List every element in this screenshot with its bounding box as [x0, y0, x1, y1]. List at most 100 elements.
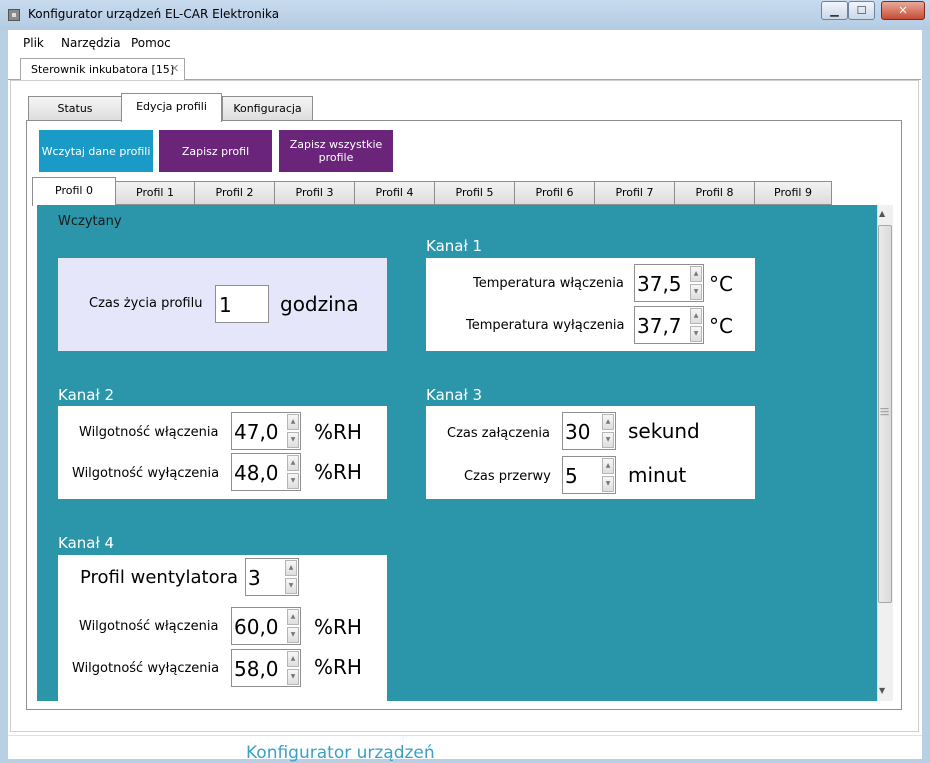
tab-profil-9[interactable]: Profil 9	[754, 181, 832, 205]
kanal4-title: Kanał 4	[58, 534, 115, 552]
profile-content-panel: Wczytany Czas życia profilu 1 godzina Ka…	[37, 205, 877, 701]
spin-down-icon[interactable]: ▼	[287, 627, 299, 643]
spin-up-icon[interactable]: ▲	[287, 414, 299, 430]
kanal1-on-value: 37,5	[637, 272, 682, 296]
scroll-down-icon[interactable]: ▼	[879, 686, 885, 695]
kanal4-fan-spinner[interactable]: 3 ▲ ▼	[245, 558, 299, 596]
spin-up-icon[interactable]: ▲	[287, 609, 299, 625]
kanal4-off-label: Wilgotność wyłączenia	[72, 661, 220, 676]
document-tab-label: Sterownik inkubatora [15]	[31, 63, 175, 76]
kanal4-off-value: 58,0	[234, 657, 279, 681]
minimize-button[interactable]: ▁	[821, 1, 848, 20]
profile-lifetime-box: Czas życia profilu 1 godzina	[58, 258, 387, 351]
kanal4-on-value: 60,0	[234, 615, 279, 639]
kanal2-on-spinner[interactable]: 47,0 ▲ ▼	[231, 412, 301, 450]
tab-profil-0[interactable]: Profil 0	[32, 177, 116, 206]
spin-up-icon[interactable]: ▲	[602, 458, 614, 474]
kanal2-off-label: Wilgotność wyłączenia	[72, 466, 220, 481]
tab-profil-2[interactable]: Profil 2	[194, 181, 275, 205]
kanal2-off-unit: %RH	[314, 460, 362, 484]
minimize-icon: ▁	[830, 4, 839, 17]
spin-down-icon[interactable]: ▼	[287, 669, 299, 685]
kanal3-box: Czas załączenia 30 ▲ ▼ sekund Czas przer…	[426, 406, 755, 499]
kanal4-box: Profil wentylatora 3 ▲ ▼ Wilgotność włąc…	[58, 555, 387, 701]
kanal1-box: Temperatura włączenia 37,5 ▲ ▼ °C Temper…	[426, 258, 755, 351]
footer-title: Konfigurator urządzeń	[246, 743, 435, 763]
tab-status[interactable]: Status	[28, 96, 122, 121]
load-profiles-button[interactable]: Wczytaj dane profili	[39, 130, 153, 172]
spin-down-icon[interactable]: ▼	[602, 432, 614, 448]
spin-up-icon[interactable]: ▲	[690, 266, 702, 282]
kanal2-on-unit: %RH	[314, 420, 362, 444]
tab-profil-1[interactable]: Profil 1	[115, 181, 195, 205]
tab-profil-7[interactable]: Profil 7	[594, 181, 675, 205]
kanal3-off-value: 5	[565, 464, 578, 488]
kanal4-off-spinner[interactable]: 58,0 ▲ ▼	[231, 649, 301, 687]
spin-up-icon[interactable]: ▲	[287, 455, 299, 471]
kanal2-off-value: 48,0	[234, 461, 279, 485]
kanal3-off-spinner[interactable]: 5 ▲ ▼	[562, 456, 616, 494]
kanal3-on-spinner[interactable]: 30 ▲ ▼	[562, 412, 616, 450]
window-title: Konfigurator urządzeń EL-CAR Elektronika	[28, 7, 280, 21]
spin-down-icon[interactable]: ▼	[287, 473, 299, 489]
kanal2-box: Wilgotność włączenia 47,0 ▲ ▼ %RH Wilgot…	[58, 406, 387, 499]
kanal1-off-label: Temperatura wyłączenia	[466, 318, 625, 333]
spin-up-icon[interactable]: ▲	[690, 308, 702, 324]
spin-down-icon[interactable]: ▼	[690, 284, 702, 300]
kanal1-off-value: 37,7	[637, 314, 682, 338]
tab-konfiguracja[interactable]: Konfiguracja	[222, 96, 313, 121]
kanal4-fan-label: Profil wentylatora	[80, 567, 239, 588]
menu-pomoc[interactable]: Pomoc	[131, 36, 171, 50]
kanal2-on-label: Wilgotność włączenia	[79, 425, 219, 440]
tab-profil-5[interactable]: Profil 5	[434, 181, 515, 205]
spin-down-icon[interactable]: ▼	[287, 432, 299, 448]
kanal3-on-unit: sekund	[628, 419, 700, 443]
kanal1-off-spinner[interactable]: 37,7 ▲ ▼	[634, 306, 704, 344]
kanal2-title: Kanał 2	[58, 386, 115, 404]
maximize-button[interactable]: ☐	[848, 1, 875, 20]
kanal3-on-value: 30	[565, 420, 591, 444]
kanal3-on-label: Czas załączenia	[447, 426, 551, 441]
kanal1-on-label: Temperatura włączenia	[473, 276, 624, 291]
lifetime-value: 1	[219, 293, 232, 317]
scroll-up-icon[interactable]: ▲	[879, 209, 885, 218]
lifetime-unit: godzina	[280, 292, 359, 316]
save-profile-button[interactable]: Zapisz profil	[159, 130, 272, 172]
spin-up-icon[interactable]: ▲	[602, 414, 614, 430]
kanal1-on-unit: °C	[709, 272, 733, 296]
kanal2-on-value: 47,0	[234, 420, 279, 444]
kanal1-title: Kanał 1	[426, 237, 483, 255]
menu-plik[interactable]: Plik	[23, 36, 44, 50]
tab-edycja-profili[interactable]: Edycja profili	[121, 93, 222, 122]
kanal4-on-unit: %RH	[314, 615, 362, 639]
tab-profil-6[interactable]: Profil 6	[514, 181, 595, 205]
lifetime-label: Czas życia profilu	[89, 296, 203, 311]
kanal3-title: Kanał 3	[426, 386, 483, 404]
maximize-icon: ☐	[856, 4, 867, 17]
scrollbar-grip-icon: — — —	[880, 404, 889, 420]
close-icon: ✕	[898, 4, 908, 17]
document-tab-close-icon[interactable]: ✕	[170, 62, 179, 75]
lifetime-input[interactable]: 1	[215, 285, 269, 323]
tab-profil-4[interactable]: Profil 4	[354, 181, 435, 205]
kanal4-on-spinner[interactable]: 60,0 ▲ ▼	[231, 607, 301, 645]
kanal2-off-spinner[interactable]: 48,0 ▲ ▼	[231, 453, 301, 491]
kanal3-off-label: Czas przerwy	[464, 469, 551, 484]
spin-down-icon[interactable]: ▼	[690, 326, 702, 342]
tab-profil-8[interactable]: Profil 8	[674, 181, 755, 205]
spin-down-icon[interactable]: ▼	[285, 578, 297, 594]
spin-down-icon[interactable]: ▼	[602, 476, 614, 492]
kanal4-fan-value: 3	[248, 566, 261, 590]
profile-status-text: Wczytany	[58, 214, 122, 229]
footer-divider	[8, 735, 922, 736]
kanal4-on-label: Wilgotność włączenia	[79, 619, 219, 634]
tab-profil-3[interactable]: Profil 3	[274, 181, 355, 205]
menu-narzedzia[interactable]: Narzędzia	[61, 36, 121, 50]
spin-up-icon[interactable]: ▲	[285, 560, 297, 576]
kanal4-off-unit: %RH	[314, 655, 362, 679]
spin-up-icon[interactable]: ▲	[287, 651, 299, 667]
kanal1-on-spinner[interactable]: 37,5 ▲ ▼	[634, 264, 704, 302]
kanal1-off-unit: °C	[709, 314, 733, 338]
close-button[interactable]: ✕	[881, 1, 925, 20]
save-all-profiles-button[interactable]: Zapisz wszystkie profile	[279, 130, 393, 172]
